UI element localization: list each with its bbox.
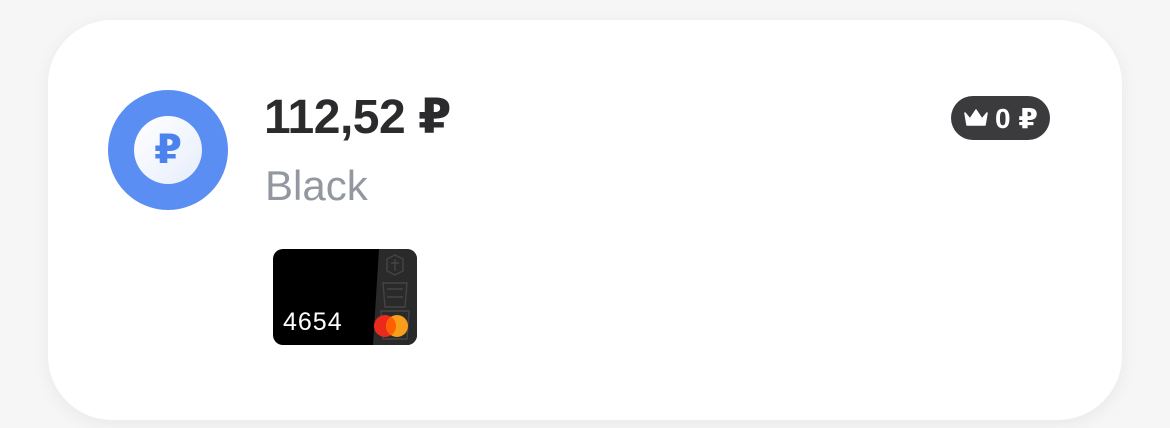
account-balance: 112,52 ₽ bbox=[264, 91, 451, 144]
crown-icon bbox=[963, 108, 989, 128]
ruble-icon: ₽ bbox=[134, 116, 202, 184]
card-last-digits: 4654 bbox=[283, 308, 343, 336]
bank-card-thumbnail[interactable]: 4654 bbox=[273, 249, 417, 345]
account-card[interactable]: ₽ 112,52 ₽ Black 0 ₽ 4654 bbox=[48, 20, 1122, 420]
ruble-account-icon: ₽ bbox=[108, 90, 228, 210]
cashback-badge[interactable]: 0 ₽ bbox=[951, 96, 1050, 140]
account-name: Black bbox=[265, 162, 368, 209]
cashback-amount: 0 ₽ bbox=[995, 102, 1038, 134]
mastercard-icon bbox=[374, 315, 408, 337]
